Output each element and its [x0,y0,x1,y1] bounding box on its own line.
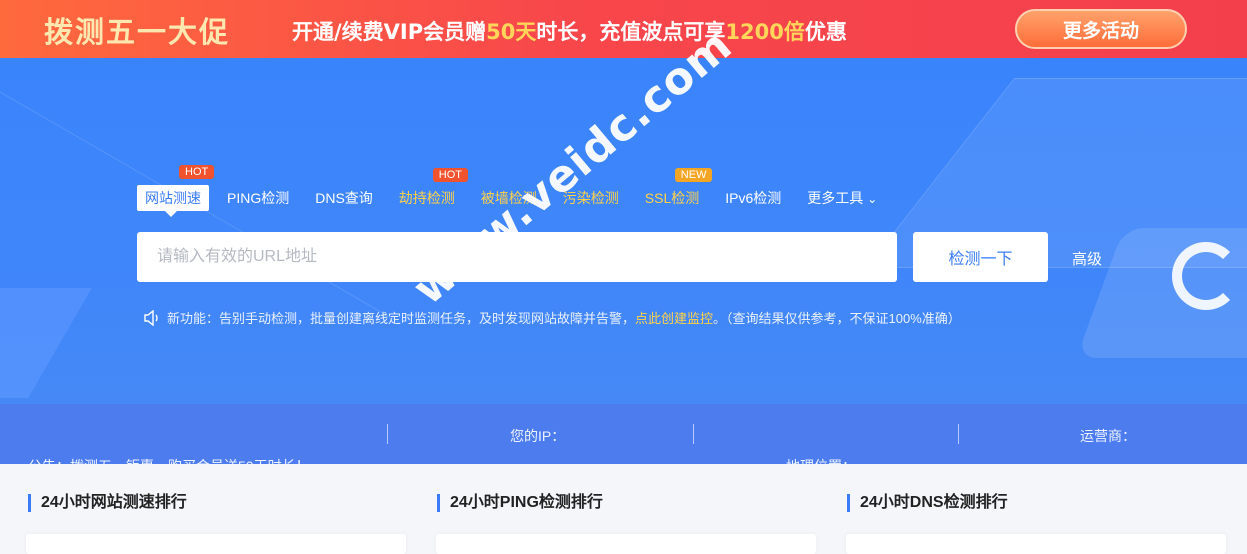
tab-blocked[interactable]: 被墙检测 [481,188,537,208]
tab-pollution[interactable]: 污染检测 [563,188,619,208]
notice-text: 新功能：告别手动检测，批量创建离线定时监测任务，及时发现网站故障并告警， [167,311,636,326]
create-monitor-link[interactable]: 点此创建监控 [635,308,713,327]
check-button[interactable]: 检测一下 [913,232,1048,282]
promo-text-days: 50天 [486,20,537,44]
ranking-card [436,534,816,554]
notice-disclaimer: 。（查询结果仅供参考，不保证100%准确） [713,311,961,326]
tab-website-speed[interactable]: HOT 网站测速 [137,165,215,217]
divider [958,424,959,444]
tab-label: IPv6检测 [725,190,782,206]
chevron-down-icon: ⌄ [867,192,878,206]
tab-label: 网站测速 [145,190,201,206]
tab-ipv6[interactable]: IPv6检测 [725,188,781,208]
new-badge: NEW [674,168,713,182]
announcement[interactable]: 公告：拨测五一钜惠，购买会员送50天时长！ [28,456,310,464]
tab-dns[interactable]: DNS查询 [315,188,373,208]
tab-label: 被墙检测 [480,190,537,206]
ip-label: 您的IP： [510,428,566,444]
tab-label: 更多工具 [807,190,864,206]
promo-text-times: 1200倍 [725,20,805,44]
brand-logo-icon [1172,242,1240,310]
hot-badge: HOT [179,165,215,179]
ranking-title-speed: 24小时网站测速排行 [28,494,187,512]
tab-label: PING检测 [227,190,290,206]
ranking-title-dns: 24小时DNS检测排行 [847,494,1008,512]
tab-label: SSL检测 [644,190,700,206]
hero-section: HOT 网站测速 PING检测 DNS查询 HOT 劫持检测 被墙检测 污染检测… [0,58,1247,404]
tab-ping[interactable]: PING检测 [227,188,289,208]
tab-label: DNS查询 [315,190,373,206]
tab-ssl[interactable]: NEW SSL检测 [644,168,713,208]
tool-tabs: HOT 网站测速 PING检测 DNS查询 HOT 劫持检测 被墙检测 污染检测… [137,165,903,217]
promo-text-mid: 时长，充值波点可享 [536,20,726,44]
tab-hijack[interactable]: HOT 劫持检测 [398,168,469,208]
hero-decoration [0,288,92,398]
ranking-title-ping: 24小时PING检测排行 [437,494,603,512]
tab-label: 污染检测 [562,190,619,206]
isp-label: 运营商： [1080,428,1136,444]
location-label: 地理位置： [786,456,856,464]
tab-label: 劫持检测 [398,190,455,206]
ranking-card [846,534,1226,554]
divider [693,424,694,444]
visitor-info-bar: 您的IP： 运营商： 公告：拨测五一钜惠，购买会员送50天时长！ 地理位置： [0,404,1247,464]
hot-badge: HOT [432,168,469,182]
speaker-icon [144,309,158,326]
tab-more-tools[interactable]: 更多工具 ⌄ [807,188,877,208]
more-activities-button[interactable]: 更多活动 [1015,9,1187,49]
divider [387,424,388,444]
url-search-input[interactable] [137,232,897,282]
feature-notice: 新功能：告别手动检测，批量创建离线定时监测任务，及时发现网站故障并告警， 点此创建… [143,308,961,327]
promo-text-suffix: 优惠 [804,20,847,44]
ranking-card [26,534,406,554]
promo-text: 开通/续费VIP会员赠50天时长，充值波点可享1200倍优惠 [292,16,847,46]
promo-title: 拨测五一大促 [44,15,231,49]
advanced-link[interactable]: 高级 [1072,248,1102,269]
promo-text-prefix: 开通/续费VIP会员赠 [292,20,487,44]
promo-banner[interactable]: 拨测五一大促 开通/续费VIP会员赠50天时长，充值波点可享1200倍优惠 更多… [0,0,1247,58]
